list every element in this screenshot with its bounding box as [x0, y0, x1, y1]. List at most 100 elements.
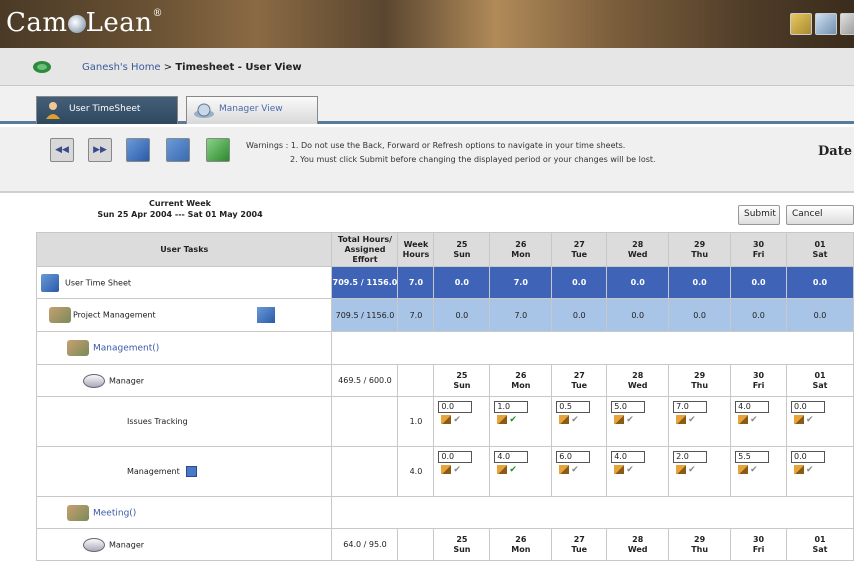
check-icon[interactable]: ✔: [750, 415, 758, 425]
category-spacer: [331, 331, 854, 365]
cancel-button[interactable]: Cancel: [786, 205, 854, 225]
hours-input[interactable]: 7.0: [673, 401, 708, 413]
header-row: User Tasks Total Hours/ Assigned Effort …: [35, 232, 854, 267]
edit-icon[interactable]: [738, 465, 749, 474]
edit-icon[interactable]: [497, 415, 508, 424]
org-chart-icon[interactable]: [257, 307, 275, 323]
check-icon[interactable]: ✔: [806, 415, 814, 425]
tab-user-timesheet[interactable]: User TimeSheet: [36, 96, 178, 124]
project-day-value: 0.0: [730, 298, 788, 332]
check-icon[interactable]: ✔: [453, 415, 461, 425]
logout-icon[interactable]: [840, 13, 854, 35]
project-day-value: 0.0: [606, 298, 670, 332]
check-icon[interactable]: ✔: [806, 465, 814, 475]
manager-row: Manager 469.5 / 600.0 25 Sun 26 Mon 27 Tue …: [35, 364, 854, 397]
management-week-hours: 4.0: [397, 446, 435, 497]
project-row: Project Management 709.5 / 1156.0 7.0 0.…: [35, 298, 854, 332]
check-icon[interactable]: ✔: [509, 465, 517, 475]
edit-icon[interactable]: [441, 415, 452, 424]
project-day-value: 7.0: [489, 298, 553, 332]
hours-input[interactable]: 4.0: [494, 451, 529, 463]
category-row: Management(): [35, 331, 854, 365]
edit-icon[interactable]: [676, 465, 687, 474]
manager-total: 469.5 / 600.0: [331, 364, 399, 397]
day-subheader: 25 Sun: [433, 364, 491, 397]
org-chart-button[interactable]: [126, 138, 150, 162]
check-icon[interactable]: ✔: [626, 465, 634, 475]
hours-input[interactable]: 0.0: [438, 451, 473, 463]
manager-hat-icon: [83, 373, 105, 388]
warning-line-1: Warnings : 1. Do not use the Back, Forwa…: [246, 141, 626, 150]
user-timesheet-cell[interactable]: User Time Sheet: [35, 266, 333, 299]
edit-icon[interactable]: [441, 465, 452, 474]
breadcrumb: Ganesh's Home > Timesheet - User View: [82, 62, 302, 73]
hours-input[interactable]: 0.0: [791, 401, 826, 413]
category-management-cell[interactable]: Management(): [35, 331, 333, 365]
day-subheader: 30 Fri: [730, 364, 788, 397]
current-week-heading: Current Week: [149, 199, 211, 208]
manager-cell[interactable]: Manager: [35, 528, 333, 561]
hours-input[interactable]: 5.5: [735, 451, 770, 463]
day-subheader: 26 Mon: [489, 528, 553, 561]
header-total: Total Hours/ Assigned Effort: [331, 232, 399, 267]
edit-icon[interactable]: [676, 415, 687, 424]
entry-cell: 2.0 ✔: [668, 446, 732, 497]
check-icon[interactable]: ✔: [750, 465, 758, 475]
edit-icon[interactable]: [559, 415, 570, 424]
management-total-empty: [331, 446, 399, 497]
expand-icon[interactable]: [186, 466, 198, 477]
refresh-button[interactable]: [206, 138, 230, 162]
next-period-button[interactable]: ▶▶: [88, 138, 112, 162]
edit-icon[interactable]: [614, 415, 625, 424]
header-day: 29 Thu: [668, 232, 732, 267]
hours-input[interactable]: 4.0: [611, 451, 646, 463]
breadcrumb-home-link[interactable]: Ganesh's Home: [82, 62, 161, 73]
check-icon[interactable]: ✔: [509, 415, 517, 425]
header-day: 30 Fri: [730, 232, 788, 267]
hours-input[interactable]: 5.0: [611, 401, 646, 413]
hours-input[interactable]: 2.0: [673, 451, 708, 463]
project-management-cell[interactable]: Project Management: [35, 298, 333, 332]
hours-input[interactable]: 0.5: [556, 401, 591, 413]
entry-cell: 4.0 ✔: [489, 446, 553, 497]
hours-input[interactable]: 6.0: [556, 451, 591, 463]
user-week-hours: 7.0: [397, 266, 435, 299]
day-subheader: 27 Tue: [551, 528, 608, 561]
edit-icon[interactable]: [497, 465, 508, 474]
edit-icon[interactable]: [738, 415, 749, 424]
check-icon[interactable]: ✔: [453, 465, 461, 475]
day-subheader: 28 Wed: [606, 364, 670, 397]
edit-icon[interactable]: [794, 415, 805, 424]
check-icon[interactable]: ✔: [571, 415, 579, 425]
submit-button[interactable]: Submit: [738, 205, 780, 225]
user-day-value: 7.0: [489, 266, 553, 299]
timesheet-icon: [41, 273, 59, 292]
current-week-range: Sun 25 Apr 2004 --- Sat 01 May 2004: [97, 210, 263, 219]
check-icon[interactable]: ✔: [626, 415, 634, 425]
tab-manager-view[interactable]: Manager View: [186, 96, 318, 124]
user-day-value: 0.0: [433, 266, 491, 299]
check-icon[interactable]: ✔: [688, 465, 696, 475]
first-period-button[interactable]: ◀◀: [50, 138, 74, 162]
hours-input[interactable]: 1.0: [494, 401, 529, 413]
leaf-icon: [33, 61, 51, 73]
manager-cell[interactable]: Manager: [35, 364, 333, 397]
issues-total-empty: [331, 396, 399, 447]
category-meeting-cell[interactable]: Meeting(): [35, 496, 333, 529]
edit-icon[interactable]: [559, 465, 570, 474]
category-spacer: [331, 496, 854, 529]
hours-input[interactable]: 0.0: [438, 401, 473, 413]
user-timesheet-row: User Time Sheet 709.5 / 1156.0 7.0 0.0 7…: [35, 266, 854, 299]
tab-bar: User TimeSheet Manager View: [0, 86, 854, 124]
check-icon[interactable]: ✔: [688, 415, 696, 425]
hours-input[interactable]: 4.0: [735, 401, 770, 413]
edit-icon[interactable]: [794, 465, 805, 474]
check-icon[interactable]: ✔: [571, 465, 579, 475]
home-icon[interactable]: [790, 13, 812, 35]
edit-icon[interactable]: [614, 465, 625, 474]
team-chart-button[interactable]: [166, 138, 190, 162]
hours-input[interactable]: 0.0: [791, 451, 826, 463]
help-icon[interactable]: [815, 13, 837, 35]
entry-cell: 0.5 ✔: [551, 396, 608, 447]
issues-tracking-row: Issues Tracking 1.0 0.0 ✔ 1.0 ✔ 0.5 ✔ 5.0 ✔ …: [35, 396, 854, 447]
